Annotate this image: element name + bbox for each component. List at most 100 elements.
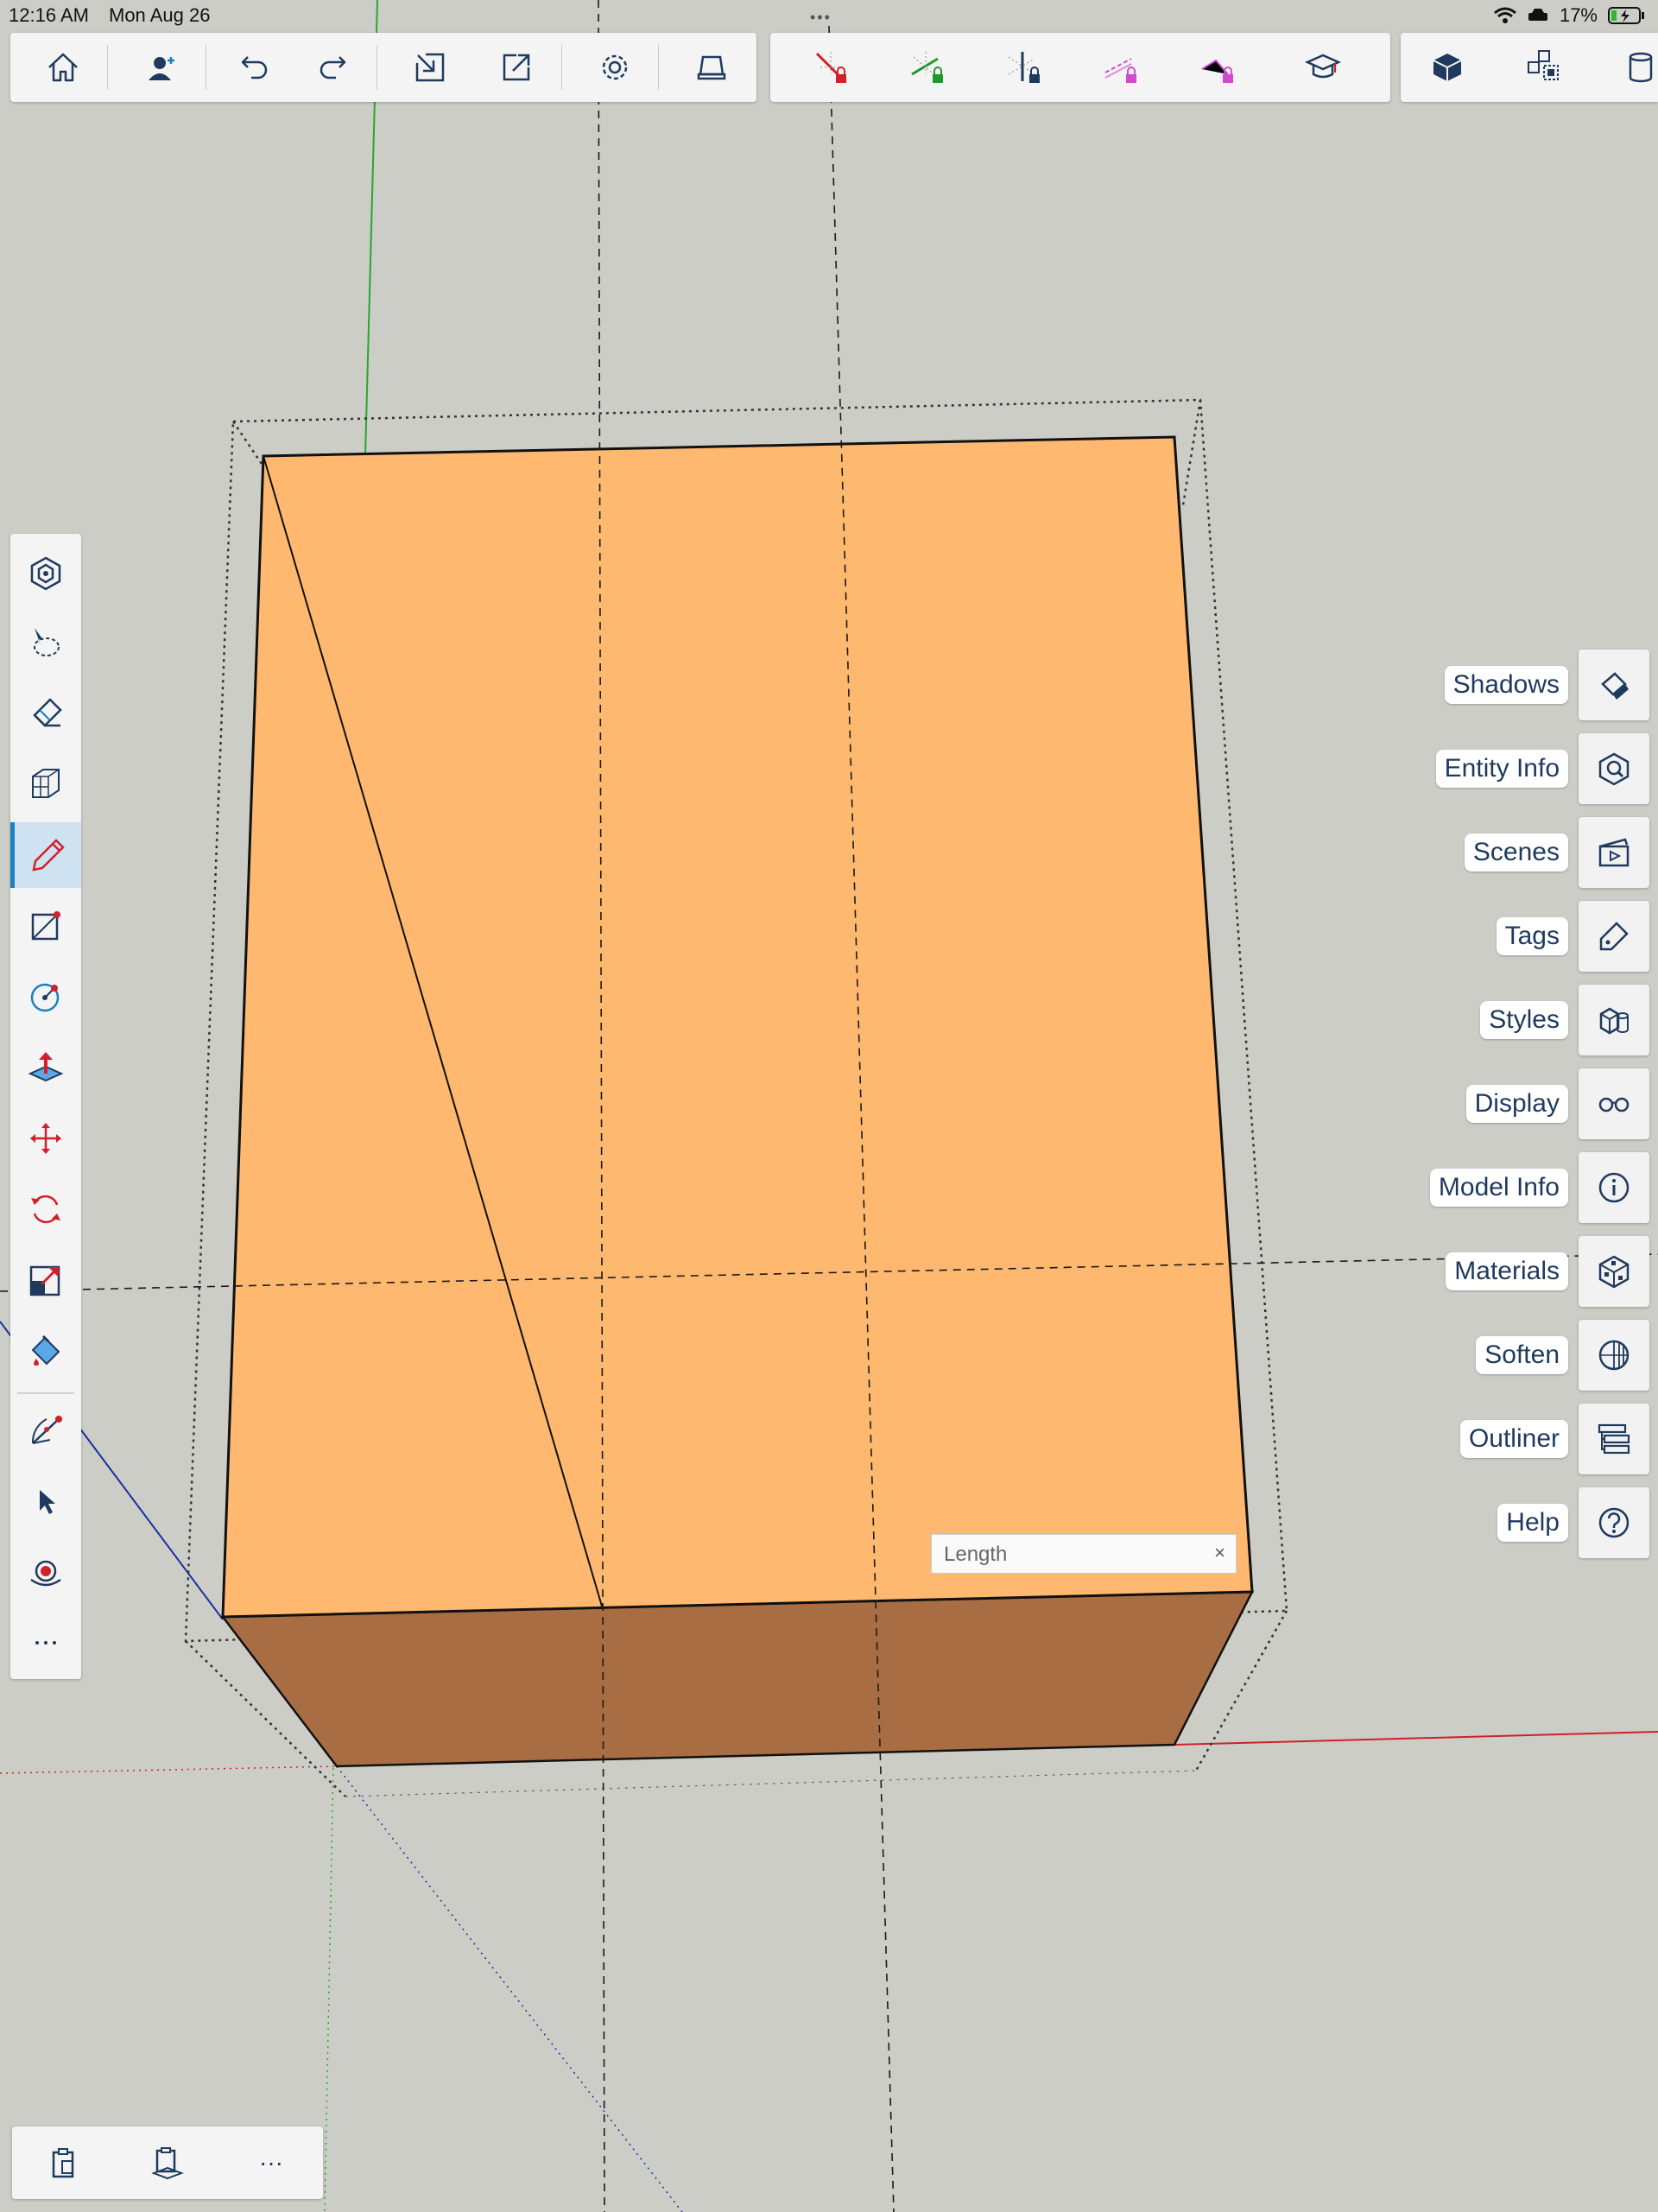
settings-icon <box>602 54 628 80</box>
lock-magenta-axis-button[interactable] <box>1078 33 1164 102</box>
tray-label-outliner[interactable]: Outliner <box>1459 1420 1568 1458</box>
tray-button-scenes[interactable] <box>1579 817 1649 888</box>
tray-button-shadows[interactable] <box>1579 650 1649 720</box>
tray-display[interactable]: Display <box>1465 1068 1649 1139</box>
tray-soften[interactable]: Soften <box>1476 1320 1649 1391</box>
rectangle-tool-icon <box>31 911 60 941</box>
orbit-tool[interactable] <box>10 1539 81 1605</box>
tray-label-scenes[interactable]: Scenes <box>1464 833 1568 871</box>
tray-scenes[interactable]: Scenes <box>1464 817 1649 888</box>
box-top-face[interactable] <box>221 435 1254 1619</box>
learn-button[interactable] <box>1280 33 1366 102</box>
tray-shadows[interactable]: Shadows <box>1444 650 1649 720</box>
tray-help[interactable]: Help <box>1497 1487 1649 1558</box>
tray-label-shadows[interactable]: Shadows <box>1444 666 1568 704</box>
redo-icon <box>320 56 346 79</box>
wifi-icon <box>1493 7 1516 23</box>
tray-button-help[interactable] <box>1579 1487 1649 1558</box>
tray-label-entity-info[interactable]: Entity Info <box>1435 750 1568 788</box>
lock-magenta-axis-2-button[interactable] <box>1174 33 1261 102</box>
lasso-select-tool[interactable] <box>10 610 81 675</box>
solid-view-button[interactable] <box>1404 33 1490 102</box>
learn-icon <box>1304 54 1342 79</box>
car-icon <box>1528 9 1547 21</box>
user-icon <box>149 57 174 80</box>
account-button[interactable] <box>117 33 206 102</box>
home-button[interactable] <box>19 33 107 102</box>
lock-green-axis-button[interactable] <box>884 33 971 102</box>
pencil-tool[interactable] <box>10 822 81 888</box>
toolbar-divider <box>658 45 659 90</box>
eraser-tool[interactable] <box>10 681 81 746</box>
red-axis <box>1174 1731 1658 1746</box>
multitasking-dots-icon[interactable]: ••• <box>810 9 832 27</box>
more-button[interactable]: ··· <box>228 2126 314 2199</box>
tray-label-display[interactable]: Display <box>1465 1085 1568 1123</box>
lock-red-axis-button[interactable] <box>788 33 874 102</box>
tray-label-soften[interactable]: Soften <box>1476 1336 1568 1374</box>
paint-bucket-tool-icon <box>31 1334 60 1366</box>
paste-in-place-icon <box>151 2147 184 2180</box>
measurements-close-button[interactable]: × <box>1214 1542 1225 1564</box>
export-button[interactable] <box>473 33 560 102</box>
circle-tool[interactable] <box>10 964 81 1030</box>
tray-outliner[interactable]: Outliner <box>1459 1404 1649 1474</box>
tray-label-styles[interactable]: Styles <box>1480 1001 1568 1039</box>
undo-button[interactable] <box>216 33 294 102</box>
tray-materials[interactable]: Materials <box>1446 1236 1649 1307</box>
tray-button-model-info[interactable] <box>1579 1152 1649 1223</box>
measurements-box[interactable]: Length × <box>931 1534 1237 1574</box>
undo-icon <box>241 56 268 79</box>
solid-view-icon <box>1433 54 1462 81</box>
scale-tool[interactable] <box>10 1247 81 1313</box>
tray-button-styles[interactable] <box>1579 985 1649 1055</box>
lock-blue-axis-button[interactable] <box>981 33 1067 102</box>
component-view-button[interactable] <box>1501 33 1587 102</box>
tray-button-materials[interactable] <box>1579 1236 1649 1307</box>
paint-bucket-tool[interactable] <box>10 1318 81 1384</box>
tray-styles[interactable]: Styles <box>1480 985 1649 1055</box>
battery-percent: 17% <box>1559 4 1598 26</box>
tray-label-materials[interactable]: Materials <box>1446 1252 1568 1290</box>
lock-magenta-axis-2-icon <box>1201 59 1233 83</box>
clipboard-button[interactable] <box>21 2126 107 2199</box>
paste-in-place-button[interactable] <box>124 2126 211 2199</box>
tray-label-help[interactable]: Help <box>1497 1504 1568 1542</box>
select-tool[interactable] <box>10 1468 81 1534</box>
scale-tool-icon <box>29 1265 60 1296</box>
box-select-tool[interactable] <box>10 751 81 817</box>
tray-button-entity-info[interactable] <box>1579 733 1649 804</box>
push-pull-tool[interactable] <box>10 1035 81 1100</box>
rectangle-tool[interactable] <box>10 893 81 959</box>
home-icon <box>48 53 78 82</box>
tray-entity-info[interactable]: Entity Info <box>1435 733 1649 804</box>
pencil-tool-icon <box>31 839 65 871</box>
components-tool-icon <box>30 556 61 591</box>
tray-label-tags[interactable]: Tags <box>1496 917 1568 955</box>
move-tool[interactable] <box>10 1106 81 1171</box>
bottom-toolbar: ··· <box>12 2126 323 2199</box>
toolbar-divider <box>107 45 108 90</box>
materials-icon <box>1598 1255 1630 1289</box>
ar-view-button[interactable] <box>668 33 755 102</box>
tray-button-soften[interactable] <box>1579 1320 1649 1391</box>
tray-tags[interactable]: Tags <box>1496 901 1649 972</box>
shadows-icon <box>1601 672 1629 700</box>
tray-button-outliner[interactable] <box>1579 1404 1649 1474</box>
rotate-tool[interactable] <box>10 1176 81 1242</box>
tray-model-info[interactable]: Model Info <box>1429 1152 1649 1223</box>
push-pull-tool-icon <box>28 1052 64 1082</box>
measurements-label: Length <box>944 1543 1008 1566</box>
more-tools[interactable] <box>10 1610 81 1676</box>
protractor-tool[interactable] <box>10 1398 81 1463</box>
box-front-face[interactable] <box>220 1590 1255 1768</box>
tray-button-tags[interactable] <box>1579 901 1649 972</box>
cylinder-view-button[interactable] <box>1598 33 1658 102</box>
components-tool[interactable] <box>10 541 81 606</box>
settings-button[interactable] <box>572 33 658 102</box>
tray-label-model-info[interactable]: Model Info <box>1429 1169 1568 1207</box>
tray-button-display[interactable] <box>1579 1068 1649 1139</box>
import-button[interactable] <box>387 33 473 102</box>
move-tool-icon <box>30 1123 61 1154</box>
redo-button[interactable] <box>294 33 371 102</box>
